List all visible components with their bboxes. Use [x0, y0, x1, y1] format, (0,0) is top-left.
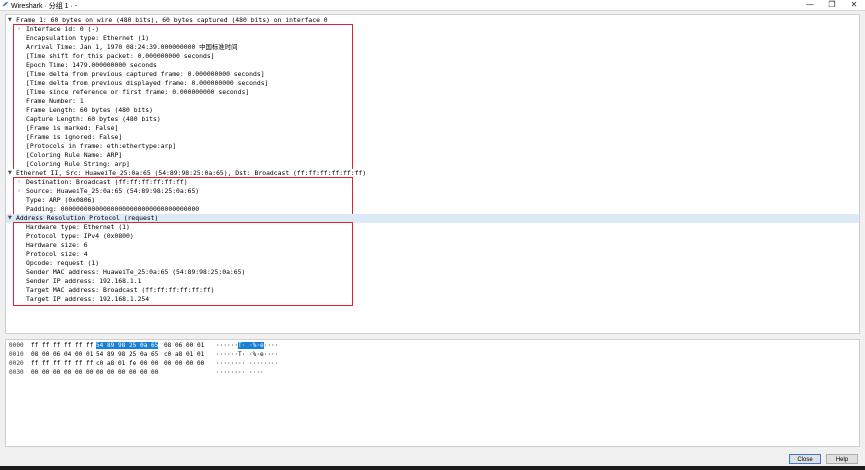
- hex-ascii-text: ······T· ·%·e····: [216, 351, 279, 358]
- hex-ascii-text: ····: [263, 342, 279, 349]
- hex-ascii: ······T· ·%·e····: [216, 350, 278, 359]
- packet-details-tree[interactable]: ▼ Frame 1: 60 bytes on wire (480 bits), 6…: [5, 14, 860, 334]
- minimize-icon[interactable]: —: [799, 0, 821, 10]
- highlight-box: [13, 222, 353, 306]
- hex-bytes: 54 89 98 25 0a 65: [96, 351, 159, 358]
- window-title: Wireshark · 分组 1 · -: [11, 3, 78, 10]
- hex-offset: 0010: [9, 351, 24, 358]
- hex-ascii-text: ······: [216, 342, 239, 349]
- hex-bytes: 00 00 00 00 00 00: [96, 369, 159, 376]
- hex-bytes-group2: 00 00 00 00 00 00: [96, 368, 158, 377]
- hex-bytes-selected: 54 89 98 25 0a 65: [96, 342, 159, 349]
- hex-offset: 0030: [9, 369, 24, 376]
- hex-bytes-group1: ff ff ff ff ff ff: [31, 360, 94, 367]
- hex-row[interactable]: 0030 00 00 00 00 00 00 00 00 00 00 00 00 ··…: [6, 368, 859, 377]
- hex-bytes-group1: ff ff ff ff ff ff: [31, 342, 94, 349]
- help-button[interactable]: Help: [826, 454, 858, 464]
- close-window-icon[interactable]: ✕: [843, 0, 865, 10]
- hex-offset: 0020: [9, 360, 24, 367]
- highlight-box: [13, 24, 353, 171]
- hex-ascii-text: ········ ····: [216, 369, 264, 376]
- highlight-box: [13, 177, 353, 216]
- hex-bytes-group3: 08 06 00 01: [164, 342, 205, 349]
- hex-bytes-group1: 08 00 06 04 00 01: [31, 351, 94, 358]
- close-button[interactable]: Close: [789, 454, 821, 464]
- title-bar: Wireshark · 分组 1 · - — ❐ ✕: [0, 0, 865, 11]
- hex-bytes-group2: 54 89 98 25 0a 65: [96, 350, 158, 359]
- maximize-icon[interactable]: ❐: [821, 0, 843, 10]
- hex-ascii-text: ········ ········: [216, 360, 279, 367]
- hex-row[interactable]: 0000 ff ff ff ff ff ff 08 06 00 01 54 89 98…: [6, 341, 859, 350]
- taskbar-strip: [0, 466, 865, 470]
- hex-offset: 0000: [9, 342, 24, 349]
- hex-bytes-group3: 00 00 00 00: [164, 360, 205, 367]
- hex-ascii-selected: T· ·%·e: [238, 342, 264, 349]
- hex-ascii: ········ ····: [216, 368, 264, 377]
- hex-bytes-group2: 54 89 98 25 0a 65: [96, 341, 159, 350]
- hex-bytes-group3: c0 a8 01 01: [164, 351, 205, 358]
- wireshark-icon: [2, 1, 9, 7]
- hex-ascii: ········ ········: [216, 359, 278, 368]
- packet-bytes-pane[interactable]: 0000 ff ff ff ff ff ff 08 06 00 01 54 89 98…: [5, 339, 860, 447]
- hex-row[interactable]: 0010 08 00 06 04 00 01 c0 a8 01 01 54 89 98…: [6, 350, 859, 359]
- hex-bytes-group2: c0 a8 01 fe 00 00: [96, 359, 158, 368]
- hex-ascii: ······T· ·%·e····: [216, 341, 278, 350]
- hex-bytes: c0 a8 01 fe 00 00: [96, 360, 159, 367]
- hex-row[interactable]: 0020 ff ff ff ff ff ff 00 00 00 00 c0 a8 01…: [6, 359, 859, 368]
- hex-bytes-group1: 00 00 00 00 00 00: [31, 369, 94, 376]
